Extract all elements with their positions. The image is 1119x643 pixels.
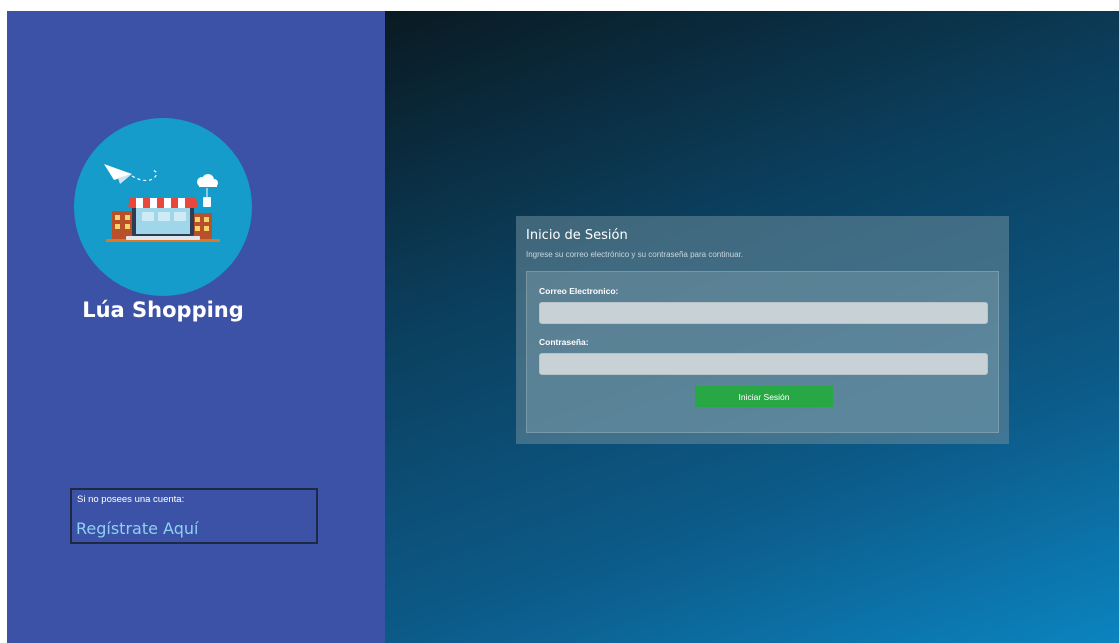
password-field[interactable] — [539, 353, 988, 375]
login-subtitle: Ingrese su correo electrónico y su contr… — [526, 250, 744, 259]
sidebar: Lúa Shopping Si no posees una cuenta: Re… — [7, 11, 385, 643]
login-title: Inicio de Sesión — [526, 228, 628, 243]
email-label: Correo Electronico: — [539, 286, 619, 296]
app-frame: Lúa Shopping Si no posees una cuenta: Re… — [7, 11, 1119, 643]
register-prompt: Si no posees una cuenta: — [77, 494, 185, 505]
register-box: Si no posees una cuenta: Regístrate Aquí — [70, 488, 318, 544]
brand-name: Lúa Shopping — [82, 298, 244, 322]
main-area: Inicio de Sesión Ingrese su correo elect… — [385, 11, 1119, 643]
login-button[interactable]: Iniciar Sesión — [695, 386, 833, 407]
login-form: Correo Electronico: Contraseña: Iniciar … — [526, 271, 999, 433]
email-field[interactable] — [539, 302, 988, 324]
register-link[interactable]: Regístrate Aquí — [76, 519, 198, 538]
login-card: Inicio de Sesión Ingrese su correo elect… — [516, 216, 1009, 444]
password-label: Contraseña: — [539, 337, 589, 347]
storefront-logo-icon — [74, 118, 252, 296]
